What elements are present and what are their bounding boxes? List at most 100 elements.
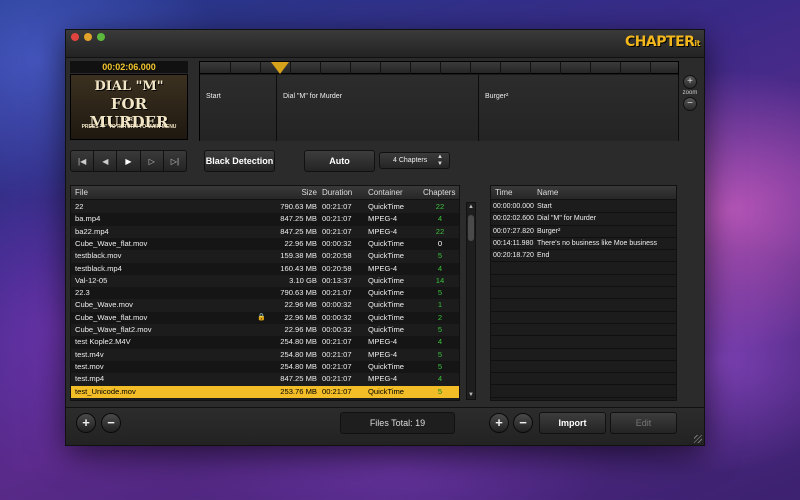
chapter-row[interactable] <box>491 349 676 361</box>
column-header-name[interactable]: Name <box>537 186 558 200</box>
file-container-cell: MPEG-4 <box>368 263 398 273</box>
file-row[interactable]: Cube_Wave_flat2.mov 22.96 MB 00:00:32 Quick… <box>71 324 459 336</box>
file-row[interactable]: Cube_Wave.mov 22.96 MB 00:00:32 QuickTime 1 <box>71 299 459 311</box>
timeline-segment[interactable]: Burger² <box>479 75 679 141</box>
file-size-cell: 22.96 MB <box>284 238 317 248</box>
files-table: File Size Duration Container Chapters 22… <box>70 185 460 401</box>
chapter-row[interactable] <box>491 312 676 324</box>
remove-file-button[interactable]: − <box>101 413 121 433</box>
scroll-thumb[interactable] <box>468 215 474 241</box>
import-button[interactable]: Import <box>539 412 606 434</box>
column-header-size[interactable]: Size <box>301 186 317 200</box>
chapter-row[interactable] <box>491 287 676 300</box>
file-name-cell: testblack.mov <box>75 251 122 261</box>
file-row[interactable]: testblack.mov 159.38 MB 00:20:58 QuickTime 5 <box>71 250 459 262</box>
file-row[interactable]: Cube_Wave_flat.mov 22.96 MB 00:00:32 QuickT… <box>71 237 459 251</box>
file-row[interactable]: test.m4v 254.80 MB 00:21:07 MPEG-4 5 <box>71 349 459 361</box>
resize-grip[interactable] <box>694 435 702 443</box>
chapter-row[interactable] <box>491 373 676 386</box>
chapter-row[interactable] <box>491 275 676 288</box>
minimize-window-button[interactable] <box>84 33 92 41</box>
skip-to-end-icon[interactable]: ▷| <box>164 151 186 171</box>
file-name-cell: Cube_Wave_flat2.mov <box>75 325 152 334</box>
file-row[interactable]: ba22.mp4 847.25 MB 00:21:07 MPEG-4 22 <box>71 226 459 238</box>
file-chapters-cell: 22 <box>435 202 445 211</box>
file-size-cell: 790.63 MB <box>280 288 317 298</box>
file-row[interactable]: ba.mp4 847.25 MB 00:21:07 MPEG-4 4 <box>71 213 459 226</box>
file-container-cell: QuickTime <box>368 238 405 248</box>
ruler-tick <box>500 62 501 74</box>
ruler-tick <box>260 62 261 74</box>
add-file-button[interactable]: + <box>76 413 96 433</box>
file-name-cell: Cube_Wave_flat.mov <box>75 238 148 248</box>
timeline-ruler[interactable] <box>200 62 678 74</box>
column-header-duration[interactable]: Duration <box>322 186 352 200</box>
timeline-segment[interactable]: Start <box>200 75 277 141</box>
zoom-in-button[interactable]: + <box>683 75 697 89</box>
skip-to-start-icon[interactable]: |◀ <box>71 151 95 171</box>
file-chapters-cell: 0 <box>437 238 443 248</box>
timeline-segment[interactable]: Dial "M" for Murder <box>277 75 479 141</box>
play-icon[interactable]: ▶ <box>117 151 141 171</box>
chapter-row[interactable] <box>491 386 676 398</box>
chapter-row[interactable] <box>491 324 676 337</box>
chapter-timeline[interactable]: Start Dial "M" for Murder Burger² <box>199 61 679 141</box>
file-row[interactable]: test_Unicode.mov 253.76 MB 00:21:07 QuickTi… <box>71 385 459 398</box>
zoom-out-button[interactable]: − <box>683 97 697 111</box>
file-name-cell: test Kople2.M4V <box>75 337 131 347</box>
chapter-row[interactable] <box>491 263 676 275</box>
column-header-time[interactable]: Time <box>495 186 512 200</box>
file-container-cell: MPEG-4 <box>368 214 398 224</box>
edit-button[interactable]: Edit <box>610 412 677 434</box>
column-header-file[interactable]: File <box>75 186 88 200</box>
chapter-row[interactable]: 00:07:27.820 Burger² <box>491 226 676 238</box>
lock-icon: 🔒 <box>257 313 266 321</box>
close-window-button[interactable] <box>71 33 79 41</box>
chapter-row[interactable]: 00:00:00.000 Start <box>491 201 676 214</box>
chapter-row[interactable] <box>491 361 676 374</box>
auto-button[interactable]: Auto <box>304 150 375 172</box>
file-row[interactable]: test.mov 254.80 MB 00:21:07 QuickTime 5 <box>71 360 459 374</box>
chapter-row[interactable]: 00:20:18.720 End <box>491 250 676 263</box>
file-size-cell: 22.96 MB <box>284 312 317 322</box>
remove-chapter-button[interactable]: − <box>513 413 533 433</box>
file-size-cell: 3.10 GB <box>289 275 317 285</box>
file-container-cell: QuickTime <box>368 325 405 334</box>
scroll-up-icon[interactable]: ▲ <box>467 204 475 210</box>
file-size-cell: 254.80 MB <box>280 349 317 359</box>
file-row[interactable]: Val-12-05 3.10 GB 00:13:37 QuickTime 14 <box>71 275 459 287</box>
chapter-row[interactable]: 00:02:02.600 Dial "M" for Murder <box>491 213 676 226</box>
column-header-chapters[interactable]: Chapters <box>423 186 455 200</box>
file-row[interactable]: 22.3 790.63 MB 00:21:07 QuickTime 5 <box>71 287 459 300</box>
file-size-cell: 22.96 MB <box>284 325 317 334</box>
step-forward-icon[interactable]: ▷ <box>141 151 164 171</box>
chapter-row[interactable]: 00:14:11.980 There's no business like Moe… <box>491 238 676 251</box>
file-row[interactable]: Cube_Wave_flat.mov 22.96 MB 00:00:32 QuickT… <box>71 311 459 324</box>
file-chapters-cell: 5 <box>437 386 443 396</box>
file-size-cell: 847.25 MB <box>280 226 317 236</box>
file-container-cell: QuickTime <box>368 288 405 298</box>
playhead-marker[interactable] <box>271 62 289 74</box>
file-row[interactable]: testblack.mp4 160.43 MB 00:20:58 MPEG-4 4 <box>71 262 459 275</box>
chapter-row[interactable] <box>491 299 676 312</box>
file-chapters-cell: 4 <box>437 263 443 273</box>
chapters-count-select[interactable]: 4 Chapters ▲ ▼ <box>379 152 450 169</box>
add-chapter-button[interactable]: + <box>489 413 509 433</box>
file-container-cell: MPEG-4 <box>368 349 398 359</box>
column-header-container[interactable]: Container <box>368 186 403 200</box>
black-detection-button[interactable]: Black Detection <box>204 150 275 172</box>
scroll-down-icon[interactable]: ▼ <box>467 392 475 398</box>
ruler-tick <box>620 62 621 74</box>
file-row[interactable]: test.mp4 847.25 MB 00:21:07 MPEG-4 4 <box>71 373 459 385</box>
file-duration-cell: 00:20:58 <box>322 263 352 273</box>
files-table-header: File Size Duration Container Chapters <box>71 186 459 200</box>
file-container-cell: QuickTime <box>368 275 405 285</box>
zoom-window-button[interactable] <box>97 33 105 41</box>
file-row[interactable]: test Kople2.M4V 254.80 MB 00:21:07 MPEG-4 4 <box>71 336 459 349</box>
files-scrollbar[interactable]: ▲ ▼ <box>466 202 476 400</box>
chapter-row[interactable] <box>491 336 676 349</box>
file-name-cell: Cube_Wave_flat.mov <box>75 312 148 322</box>
step-back-icon[interactable]: ◀ <box>94 151 118 171</box>
file-row[interactable]: 22 790.63 MB 00:21:07 QuickTime 22 <box>71 201 459 213</box>
file-duration-cell: 00:21:07 <box>322 288 352 298</box>
